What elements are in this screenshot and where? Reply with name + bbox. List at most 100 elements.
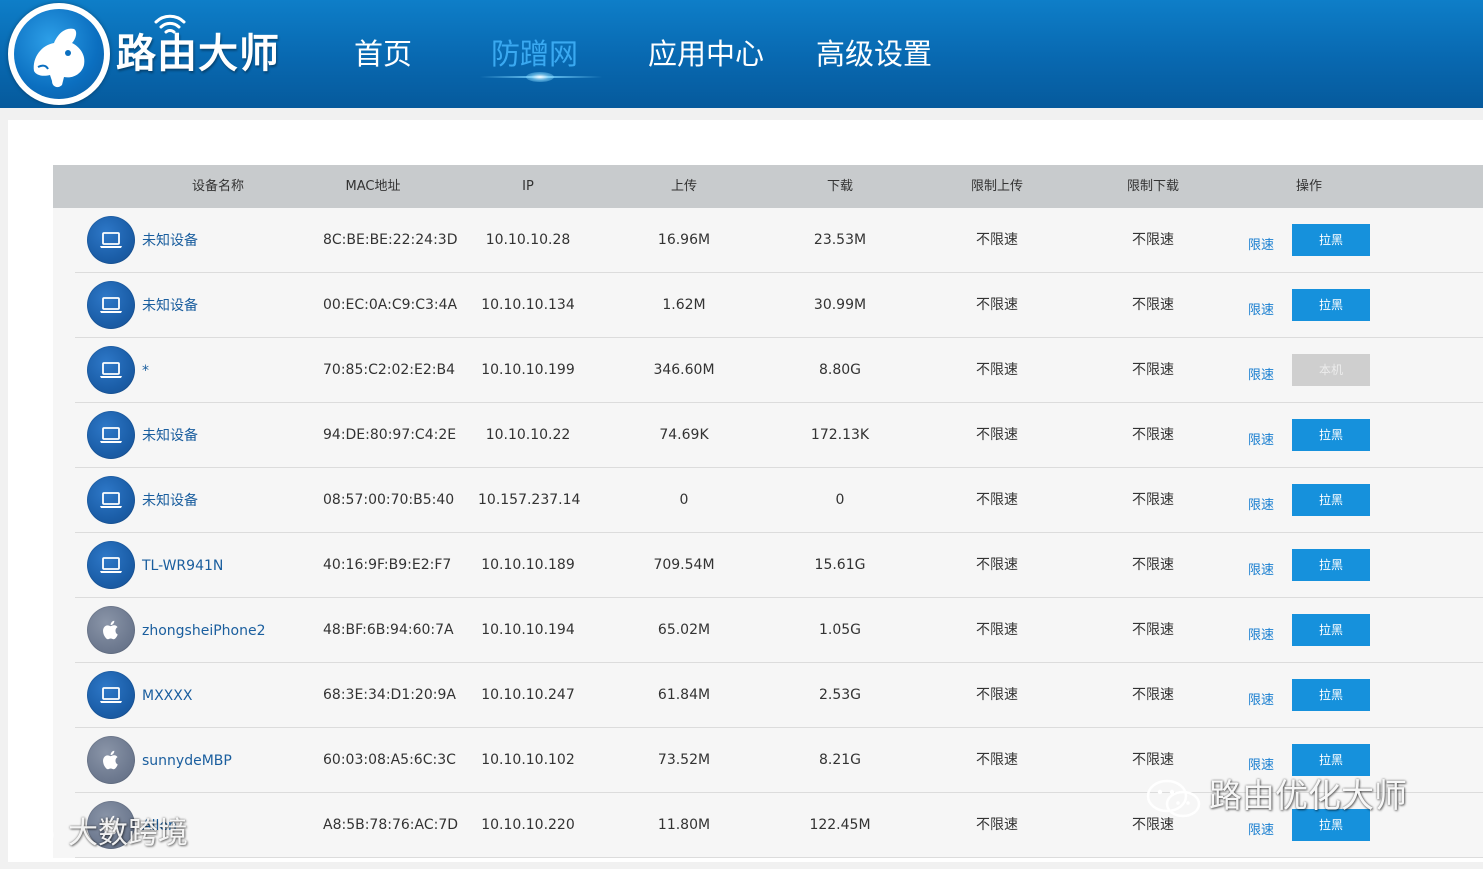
header-limit-download: 限制下载	[1126, 179, 1179, 194]
cell-limit-upload: 不限速	[976, 427, 1018, 443]
cell-limit-download: 不限速	[1132, 687, 1174, 703]
cell-ip: 10.10.10.28	[485, 232, 571, 248]
cell-download: 122.45M	[809, 817, 871, 833]
header-upload: 上传	[670, 179, 697, 194]
cell-download: 2.53G	[818, 687, 862, 703]
laptop-icon	[87, 541, 135, 589]
cell-ip: 10.10.10.22	[485, 427, 571, 443]
table-row: MXXXX 68:3E:34:D1:20:9A 10.10.10.247 61.84M…	[53, 663, 1483, 728]
cell-upload: 74.69K	[659, 427, 709, 443]
table-row: TL-WR941N 40:16:9F:B9:E2:F7 10.10.10.189 70…	[53, 533, 1483, 598]
block-button[interactable]: 拉黑	[1292, 289, 1370, 321]
laptop-icon	[87, 411, 135, 459]
cell-limit-upload: 不限速	[976, 492, 1018, 508]
cell-mac: 94:DE:80:97:C4:2E	[323, 427, 457, 443]
block-button[interactable]: 拉黑	[1292, 224, 1370, 256]
cell-mac: A8:5B:78:76:AC:7D	[323, 817, 459, 833]
laptop-icon	[87, 346, 135, 394]
cell-limit-download: 不限速	[1132, 492, 1174, 508]
cell-device-name[interactable]: TL-WR941N	[142, 533, 223, 598]
cell-limit-upload: 不限速	[976, 622, 1018, 638]
block-button[interactable]: 拉黑	[1292, 679, 1370, 711]
header-limit-upload: 限制上传	[970, 179, 1023, 194]
cell-upload: 61.84M	[657, 687, 711, 703]
dog-logo-icon	[14, 9, 104, 99]
cell-mac: 8C:BE:BE:22:24:3D	[323, 232, 458, 248]
cell-ip: 10.10.10.189	[481, 557, 575, 573]
cell-mac: 68:3E:34:D1:20:9A	[323, 687, 456, 703]
limit-speed-link[interactable]: 限速	[1248, 663, 1274, 728]
block-button[interactable]: 拉黑	[1292, 549, 1370, 581]
cell-device-name[interactable]: 未知设备	[142, 403, 198, 468]
header-actions: 操作	[1295, 179, 1322, 194]
cell-limit-upload: 不限速	[976, 232, 1018, 248]
cell-limit-download: 不限速	[1132, 232, 1174, 248]
top-header: 路由大师 首页 防蹭网 应用中心 高级设置	[0, 0, 1483, 108]
header-mac: MAC地址	[345, 179, 401, 194]
cell-mac: 60:03:08:A5:6C:3C	[323, 752, 456, 768]
laptop-icon	[87, 671, 135, 719]
cell-download: 8.80G	[818, 362, 862, 378]
watermark-left-text: 大数跨境	[68, 816, 188, 851]
cell-limit-upload: 不限速	[976, 557, 1018, 573]
watermark-logo-icon	[10, 823, 54, 848]
block-button[interactable]: 拉黑	[1292, 419, 1370, 451]
cell-limit-upload: 不限速	[976, 297, 1018, 313]
brand-logo[interactable]	[8, 3, 110, 105]
cell-device-name[interactable]: 未知设备	[142, 273, 198, 338]
cell-upload: 0	[679, 492, 689, 508]
cell-device-name[interactable]: sunnydeMBP	[142, 728, 232, 793]
apple-icon	[87, 606, 135, 654]
cell-download: 8.21G	[818, 752, 862, 768]
this-device-button: 本机	[1292, 354, 1370, 386]
brand-name: 路由大师	[116, 31, 280, 77]
wechat-icon	[1146, 779, 1201, 817]
cell-download: 15.61G	[814, 557, 866, 573]
cell-device-name[interactable]: 未知设备	[142, 208, 198, 273]
cell-mac: 48:BF:6B:94:60:7A	[323, 622, 454, 638]
cell-ip: 10.10.10.102	[481, 752, 575, 768]
header-ip: IP	[522, 179, 534, 194]
cell-mac: 00:EC:0A:C9:C3:4A	[323, 297, 458, 313]
block-button[interactable]: 拉黑	[1292, 614, 1370, 646]
cell-device-name[interactable]: zhongsheiPhone2	[142, 598, 266, 663]
cell-limit-download: 不限速	[1132, 557, 1174, 573]
limit-speed-link[interactable]: 限速	[1248, 403, 1274, 468]
nav-app-center[interactable]: 应用中心	[648, 34, 764, 74]
device-table: 设备名称 MAC地址 IP 上传 下载 限制上传 限制下载 操作 未知设备 8C:…	[53, 165, 1483, 858]
cell-limit-upload: 不限速	[976, 752, 1018, 768]
row-divider	[75, 857, 1483, 858]
limit-speed-link[interactable]: 限速	[1248, 468, 1274, 533]
limit-speed-link[interactable]: 限速	[1248, 598, 1274, 663]
header-download: 下载	[826, 179, 853, 194]
cell-limit-download: 不限速	[1132, 297, 1174, 313]
cell-device-name[interactable]: 未知设备	[142, 468, 198, 533]
limit-speed-link[interactable]: 限速	[1248, 533, 1274, 598]
cell-download: 0	[835, 492, 845, 508]
cell-device-name[interactable]: *	[142, 338, 149, 403]
laptop-icon	[87, 216, 135, 264]
cell-mac: 08:57:00:70:B5:40	[323, 492, 455, 508]
laptop-icon	[87, 476, 135, 524]
nav-anti-leech[interactable]: 防蹭网	[491, 34, 578, 74]
watermark-right-text: 路由优化大师	[1209, 776, 1407, 815]
table-row: 未知设备 94:DE:80:97:C4:2E 10.10.10.22 74.69K 17…	[53, 403, 1483, 468]
nav-advanced-settings[interactable]: 高级设置	[816, 34, 932, 74]
cell-ip: 10.10.10.199	[481, 362, 575, 378]
cell-upload: 346.60M	[653, 362, 715, 378]
cell-limit-download: 不限速	[1132, 427, 1174, 443]
apple-icon	[87, 736, 135, 784]
limit-speed-link[interactable]: 限速	[1248, 208, 1274, 273]
limit-speed-link[interactable]: 限速	[1248, 273, 1274, 338]
cell-upload: 11.80M	[657, 817, 711, 833]
table-row: 未知设备 00:EC:0A:C9:C3:4A 10.10.10.134 1.62M 30…	[53, 273, 1483, 338]
cell-download: 1.05G	[818, 622, 862, 638]
cell-upload: 73.52M	[657, 752, 711, 768]
cell-download: 172.13K	[810, 427, 870, 443]
cell-device-name[interactable]: MXXXX	[142, 663, 192, 728]
cell-upload: 709.54M	[653, 557, 715, 573]
cell-limit-upload: 不限速	[976, 687, 1018, 703]
limit-speed-link[interactable]: 限速	[1248, 338, 1274, 403]
nav-home[interactable]: 首页	[354, 34, 412, 74]
block-button[interactable]: 拉黑	[1292, 484, 1370, 516]
